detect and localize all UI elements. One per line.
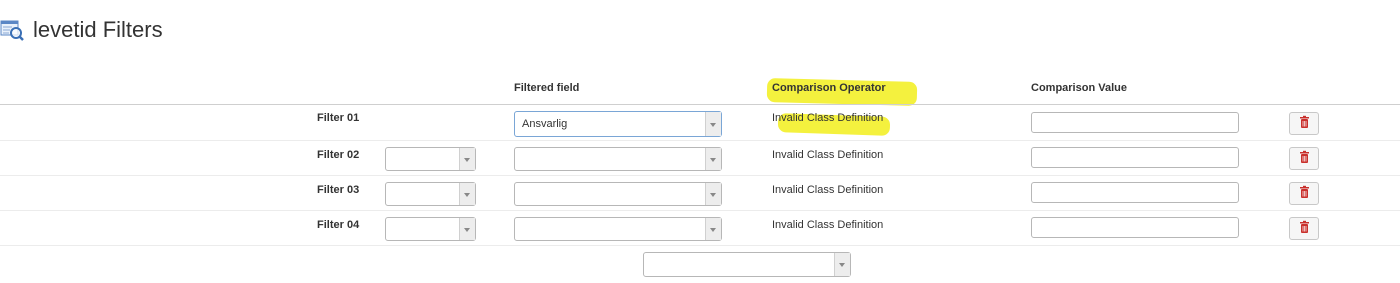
trash-icon: [1300, 185, 1309, 198]
select-value: Ansvarlig: [522, 118, 568, 130]
filter-label: Filter 02: [317, 149, 360, 161]
filter-row: Filter 02 Invalid Class Definition: [0, 141, 1400, 176]
column-header-comparison-operator: Comparison Operator: [772, 82, 886, 94]
comparison-operator-text: Invalid Class Definition: [772, 149, 884, 161]
filtered-field-select[interactable]: [514, 217, 722, 241]
row-divider: [0, 245, 1400, 246]
chevron-down-icon: [710, 123, 716, 127]
header-divider: [0, 104, 1400, 105]
chevron-down-icon: [464, 228, 470, 232]
filtered-field-select[interactable]: Ansvarlig: [514, 111, 722, 137]
filter-row: Filter 01 Ansvarlig Invalid Class Defini…: [0, 106, 1400, 141]
chevron-down-icon: [710, 158, 716, 162]
delete-filter-button[interactable]: [1289, 217, 1319, 240]
trash-icon: [1300, 150, 1309, 163]
filter-row: Filter 04 Invalid Class Definition: [0, 211, 1400, 246]
column-header-comparison-value: Comparison Value: [1031, 82, 1127, 94]
delete-filter-button[interactable]: [1289, 147, 1319, 170]
logic-operator-select[interactable]: [385, 217, 476, 241]
dropdown-arrow[interactable]: [459, 183, 475, 205]
filter-label: Filter 03: [317, 184, 360, 196]
comparison-operator-text: Invalid Class Definition: [772, 112, 884, 124]
column-header-filtered-field: Filtered field: [514, 82, 580, 94]
comparison-value-input[interactable]: [1031, 182, 1239, 203]
logic-operator-select[interactable]: [385, 182, 476, 206]
trash-icon: [1300, 220, 1309, 233]
comparison-value-input[interactable]: [1031, 147, 1239, 168]
table-search-icon: [0, 18, 24, 42]
chevron-down-icon: [464, 193, 470, 197]
chevron-down-icon: [839, 263, 845, 267]
dropdown-arrow[interactable]: [705, 183, 721, 205]
chevron-down-icon: [710, 228, 716, 232]
dropdown-arrow[interactable]: [705, 112, 721, 136]
delete-filter-button[interactable]: [1289, 182, 1319, 205]
chevron-down-icon: [464, 158, 470, 162]
add-filter-field-select[interactable]: [643, 252, 851, 277]
dropdown-arrow[interactable]: [459, 218, 475, 240]
filtered-field-select[interactable]: [514, 182, 722, 206]
dropdown-arrow[interactable]: [705, 148, 721, 170]
comparison-operator-text: Invalid Class Definition: [772, 184, 884, 196]
filtered-field-select[interactable]: [514, 147, 722, 171]
dropdown-arrow[interactable]: [705, 218, 721, 240]
trash-icon: [1300, 115, 1309, 128]
filter-label: Filter 04: [317, 219, 360, 231]
filter-label: Filter 01: [317, 112, 360, 124]
chevron-down-icon: [710, 193, 716, 197]
delete-filter-button[interactable]: [1289, 112, 1319, 135]
comparison-value-input[interactable]: [1031, 112, 1239, 133]
comparison-operator-text: Invalid Class Definition: [772, 219, 884, 231]
page-header: levetid Filters: [0, 14, 163, 46]
comparison-value-input[interactable]: [1031, 217, 1239, 238]
page-title: levetid Filters: [33, 17, 163, 42]
logic-operator-select[interactable]: [385, 147, 476, 171]
dropdown-arrow[interactable]: [459, 148, 475, 170]
dropdown-arrow[interactable]: [834, 253, 850, 276]
filter-row: Filter 03 Invalid Class Definition: [0, 176, 1400, 211]
